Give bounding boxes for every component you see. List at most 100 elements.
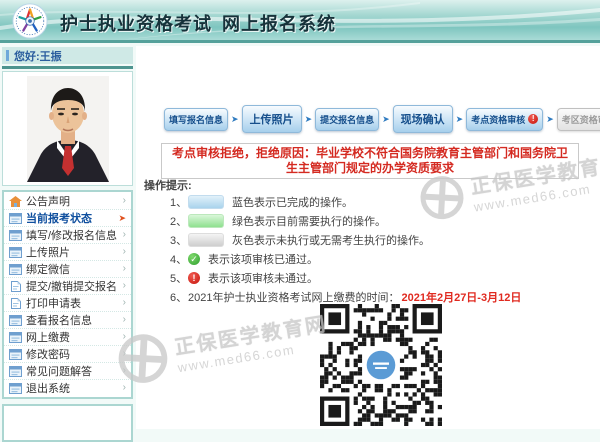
candidate-photo bbox=[27, 76, 109, 182]
main-content: 填写报名信息 ➤ 上传照片 ➤ 提交报名信息 ➤ 现场确认 ➤ 考点资格审核 !… bbox=[136, 46, 600, 429]
form-icon bbox=[9, 230, 22, 241]
greeting-accent-bar bbox=[6, 50, 9, 61]
step-upload-photo: 上传照片 bbox=[242, 105, 302, 133]
step-label: 提交报名信息 bbox=[320, 113, 374, 126]
step-label: 现场确认 bbox=[401, 111, 445, 127]
qr-center-logo bbox=[367, 351, 396, 380]
doc-icon bbox=[9, 281, 22, 292]
tips-heading: 操作提示: bbox=[144, 177, 192, 193]
sidebar-item-label: 填写/修改报名信息 bbox=[26, 227, 123, 243]
app-header: 护士执业资格考试网上报名系统 bbox=[0, 0, 600, 43]
sidebar-item-label: 退出系统 bbox=[26, 380, 123, 396]
sidebar-item-announcements[interactable]: 公告声明 › bbox=[4, 193, 131, 210]
chevron-right-icon: › bbox=[123, 366, 126, 376]
tip-item-1: 1、 蓝色表示已完成的操作。 bbox=[170, 192, 521, 211]
check-icon: ✓ bbox=[188, 253, 200, 265]
step-arrow-icon: ➤ bbox=[302, 114, 316, 125]
sidebar-item-change-password[interactable]: 修改密码 › bbox=[4, 346, 131, 363]
rejection-warning-box: 考点审核拒绝，拒绝原因：毕业学校不符合国务院教育主管部门和国务院卫生主管部门规定… bbox=[161, 143, 579, 179]
greeting-bar: 您好:王振 bbox=[2, 47, 133, 64]
step-label: 上传照片 bbox=[250, 111, 294, 127]
photo-icon bbox=[9, 247, 22, 258]
sidebar-item-label: 修改密码 bbox=[26, 346, 123, 362]
step-arrow-icon: ➤ bbox=[379, 114, 393, 125]
sidebar-item-label: 上传照片 bbox=[26, 244, 123, 260]
tip-text: 灰色表示未执行或无需考生执行的操作。 bbox=[232, 232, 430, 248]
alert-icon: ! bbox=[188, 272, 200, 284]
sidebar-menu: 公告声明 › 当前报考状态 ➤ 填写/修改报名信息 › bbox=[2, 190, 133, 399]
logout-icon bbox=[9, 383, 22, 394]
tip-item-2: 2、 绿色表示目前需要执行的操作。 bbox=[170, 211, 521, 230]
tip-item-4: 4、 ✓ 表示该项审核已通过。 bbox=[170, 249, 521, 268]
password-icon bbox=[9, 349, 22, 360]
sidebar-item-submit-withdraw[interactable]: 提交/撤销提交报名 › bbox=[4, 278, 131, 295]
nursing-exam-logo bbox=[11, 2, 49, 40]
tip-number: 2、 bbox=[170, 213, 188, 229]
chevron-right-icon: › bbox=[123, 281, 126, 291]
sidebar-item-label: 网上缴费 bbox=[26, 329, 123, 345]
chevron-right-icon: › bbox=[123, 315, 126, 325]
tip-item-5: 5、 ! 表示该项审核未通过。 bbox=[170, 268, 521, 287]
chevron-right-icon: › bbox=[123, 230, 126, 240]
tip-number: 5、 bbox=[170, 270, 188, 286]
step-label: 考点资格审核 bbox=[471, 113, 525, 126]
registration-stepper: 填写报名信息 ➤ 上传照片 ➤ 提交报名信息 ➤ 现场确认 ➤ 考点资格审核 !… bbox=[164, 105, 600, 133]
sidebar-item-print-application[interactable]: 打印申请表 › bbox=[4, 295, 131, 312]
tip-text: 2021年护士执业资格考试网上缴费的时间： bbox=[188, 289, 399, 305]
tip-number: 4、 bbox=[170, 251, 188, 267]
sidebar-item-current-status[interactable]: 当前报考状态 ➤ bbox=[4, 210, 131, 227]
sidebar-item-edit-registration[interactable]: 填写/修改报名信息 › bbox=[4, 227, 131, 244]
step-onsite-confirm: 现场确认 bbox=[393, 105, 453, 133]
sidebar-item-label: 绑定微信 bbox=[26, 261, 123, 277]
tip-item-3: 3、 灰色表示未执行或无需考生执行的操作。 bbox=[170, 230, 521, 249]
wechat-icon bbox=[9, 264, 22, 275]
step-submit-info: 提交报名信息 bbox=[315, 108, 379, 131]
pay-icon bbox=[9, 332, 22, 343]
sidebar-empty-panel bbox=[2, 404, 133, 442]
green-step-swatch bbox=[188, 214, 224, 228]
sidebar-item-upload-photo[interactable]: 上传照片 › bbox=[4, 244, 131, 261]
left-sidebar: 您好:王振 公告声明 › bbox=[2, 47, 133, 442]
status-icon bbox=[9, 213, 22, 224]
qr-code bbox=[320, 304, 442, 426]
sidebar-item-faq[interactable]: 常见问题解答 › bbox=[4, 363, 131, 380]
chevron-right-icon: › bbox=[123, 298, 126, 308]
step-district-review: 考区资格审核 bbox=[557, 108, 600, 131]
tip-number: 6、 bbox=[170, 289, 188, 305]
sidebar-item-label: 常见问题解答 bbox=[26, 363, 123, 379]
home-icon bbox=[9, 196, 22, 207]
tip-text: 表示该项审核已通过。 bbox=[208, 251, 318, 267]
tip-text: 绿色表示目前需要执行的操作。 bbox=[232, 213, 386, 229]
page-title: 护士执业资格考试网上报名系统 bbox=[60, 10, 336, 36]
greeting-divider bbox=[2, 66, 133, 69]
tip-text: 表示该项审核未通过。 bbox=[208, 270, 318, 286]
chevron-right-icon: › bbox=[123, 383, 126, 393]
step-arrow-icon: ➤ bbox=[543, 114, 557, 125]
sidebar-item-label: 提交/撤销提交报名 bbox=[26, 278, 123, 294]
chevron-right-icon: › bbox=[123, 247, 126, 257]
sidebar-item-logout[interactable]: 退出系统 › bbox=[4, 380, 131, 396]
step-arrow-icon: ➤ bbox=[453, 114, 467, 125]
sidebar-item-view-registration[interactable]: 查看报名信息 › bbox=[4, 312, 131, 329]
chevron-right-icon: › bbox=[123, 349, 126, 359]
sidebar-item-label: 当前报考状态 bbox=[26, 210, 118, 226]
tip-number: 1、 bbox=[170, 194, 188, 210]
step-arrow-icon: ➤ bbox=[228, 114, 242, 125]
payment-period-date: 2021年2月27日-3月12日 bbox=[401, 289, 521, 305]
sidebar-item-label: 公告声明 bbox=[26, 193, 123, 209]
review-rejected-icon: ! bbox=[528, 114, 538, 124]
tip-number: 3、 bbox=[170, 232, 188, 248]
chevron-right-icon: › bbox=[123, 332, 126, 342]
tip-text: 蓝色表示已完成的操作。 bbox=[232, 194, 353, 210]
candidate-photo-box bbox=[2, 71, 133, 186]
blue-step-swatch bbox=[188, 195, 224, 209]
tips-list: 1、 蓝色表示已完成的操作。 2、 绿色表示目前需要执行的操作。 3、 灰色表示… bbox=[170, 192, 521, 306]
sidebar-item-bind-wechat[interactable]: 绑定微信 › bbox=[4, 261, 131, 278]
greeting-text: 您好:王振 bbox=[14, 48, 62, 64]
step-fill-info: 填写报名信息 bbox=[164, 108, 228, 131]
page-title-part1: 护士执业资格考试 bbox=[60, 14, 212, 34]
active-arrow-icon: ➤ bbox=[118, 213, 126, 223]
sidebar-item-online-payment[interactable]: 网上缴费 › bbox=[4, 329, 131, 346]
sidebar-item-label: 打印申请表 bbox=[26, 295, 123, 311]
step-label: 考区资格审核 bbox=[562, 113, 600, 126]
